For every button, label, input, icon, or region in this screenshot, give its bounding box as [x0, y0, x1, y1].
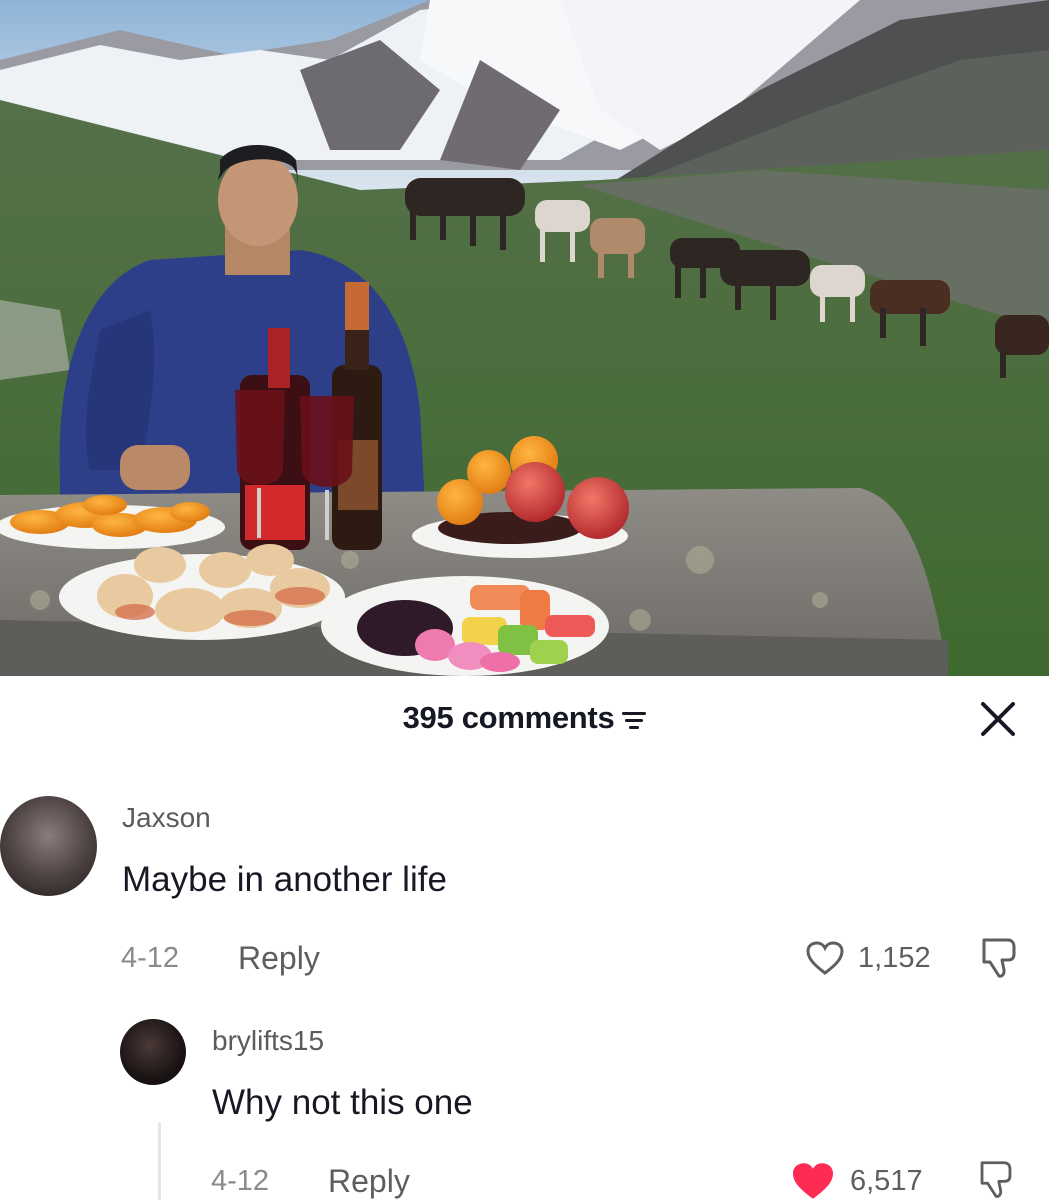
reply-button[interactable]: Reply — [328, 1163, 410, 1200]
comments-sheet: 395 comments Jaxson Maybe in another lif… — [0, 676, 1049, 1200]
avatar[interactable] — [0, 796, 97, 896]
dislike-icon[interactable] — [978, 936, 1020, 980]
close-x-icon[interactable] — [977, 698, 1019, 740]
reply-button[interactable]: Reply — [238, 940, 320, 977]
dislike-icon[interactable] — [975, 1159, 1017, 1200]
comment-text: Maybe in another life — [122, 860, 447, 899]
heart-outline-icon[interactable] — [805, 940, 845, 976]
comment-text: Why not this one — [212, 1083, 473, 1122]
sort-lines-icon[interactable] — [622, 709, 647, 731]
comment-username[interactable]: Jaxson — [122, 802, 211, 834]
post-photo — [0, 0, 1049, 676]
comment-username[interactable]: brylifts15 — [212, 1025, 324, 1057]
heart-filled-icon[interactable] — [790, 1161, 836, 1201]
comment-date: 4-12 — [121, 942, 180, 974]
comment-count: 395 comments — [402, 700, 615, 735]
comment-date: 4-12 — [211, 1165, 270, 1197]
like-count: 1,152 — [858, 942, 931, 974]
comments-header[interactable]: 395 comments — [0, 700, 1049, 736]
like-count: 6,517 — [850, 1165, 923, 1197]
avatar[interactable] — [120, 1019, 186, 1085]
thread-line — [158, 1122, 161, 1200]
